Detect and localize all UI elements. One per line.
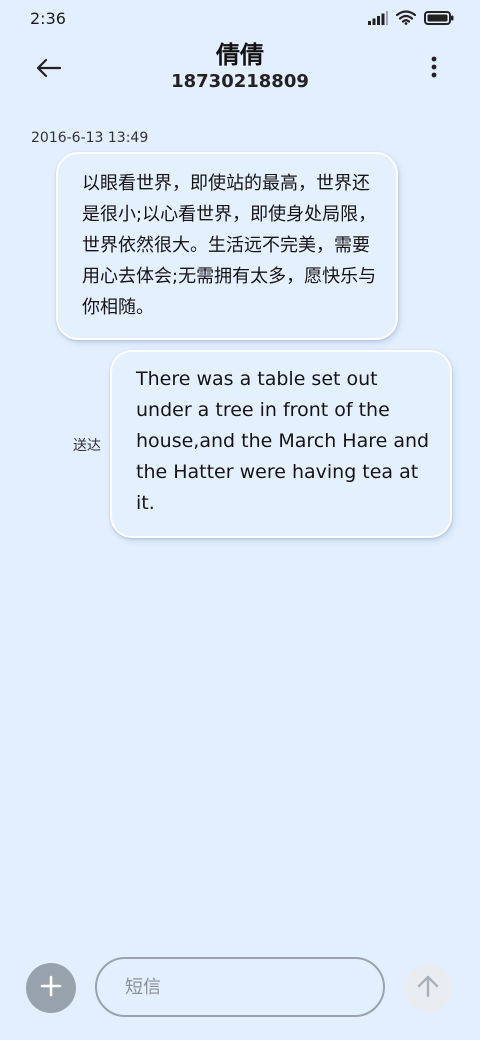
contact-name: 倩倩 — [216, 41, 264, 69]
message-text: 以眼看世界，即使站的最高，世界还是很小;以心看世界，即使身处局限，世界依然很大。… — [82, 173, 377, 318]
status-bar: 2:36 — [0, 0, 480, 38]
status-icons — [368, 10, 454, 29]
wifi-icon — [395, 10, 417, 29]
more-options-button[interactable] — [422, 52, 446, 86]
message-input-container — [95, 957, 385, 1017]
message-input[interactable] — [123, 975, 367, 999]
arrow-up-icon — [417, 974, 439, 1002]
battery-icon — [424, 10, 454, 29]
message-text: There was a table set out under a tree i… — [136, 368, 430, 514]
incoming-message-bubble[interactable]: 以眼看世界，即使站的最高，世界还是很小;以心看世界，即使身处局限，世界依然很大。… — [56, 152, 398, 340]
back-button[interactable] — [26, 50, 72, 90]
more-vertical-icon — [431, 56, 437, 82]
plus-icon — [40, 975, 62, 1001]
status-time: 2:36 — [30, 9, 66, 28]
delivery-status: 送达 — [73, 438, 101, 454]
add-attachment-button[interactable] — [26, 963, 76, 1013]
signal-icon — [368, 10, 388, 29]
messaging-screen: 2:36 倩倩 18730218809 2016-6-13 13:49 以眼看世… — [0, 0, 480, 1040]
send-button[interactable] — [404, 964, 452, 1012]
contact-number: 18730218809 — [171, 71, 309, 92]
arrow-left-icon — [36, 58, 62, 82]
message-timestamp: 2016-6-13 13:49 — [31, 130, 149, 146]
contact-info: 倩倩 18730218809 — [90, 40, 390, 94]
conversation-header: 倩倩 18730218809 — [0, 38, 480, 108]
outgoing-message-bubble[interactable]: There was a table set out under a tree i… — [110, 350, 452, 538]
